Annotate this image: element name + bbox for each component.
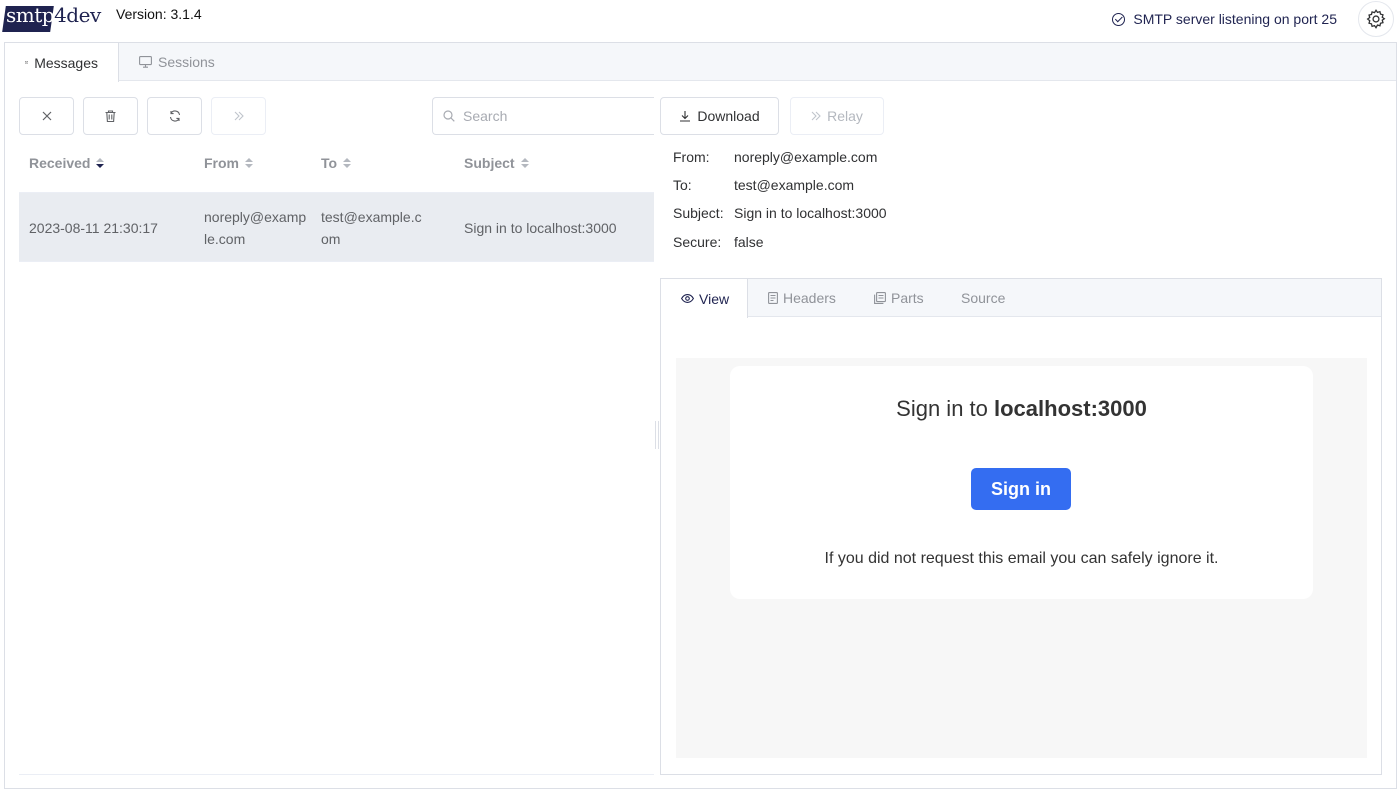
column-received-label: Received bbox=[29, 155, 91, 171]
delete-button[interactable] bbox=[83, 97, 138, 135]
double-chevron-right-icon bbox=[234, 111, 244, 121]
download-icon bbox=[680, 111, 691, 122]
server-status: SMTP server listening on port 25 bbox=[1112, 11, 1337, 27]
cell-to: test@example.c om bbox=[321, 209, 422, 247]
relay-label: Relay bbox=[827, 108, 863, 124]
main-tabs: Messages Sessions bbox=[5, 43, 1396, 82]
table-row[interactable]: 2023-08-11 21:30:17 noreply@examp le.com… bbox=[19, 193, 654, 262]
tab-view-label: View bbox=[699, 290, 730, 307]
sort-icon bbox=[520, 158, 529, 168]
cell-from: noreply@examp le.com bbox=[204, 209, 307, 247]
search-box bbox=[432, 97, 654, 135]
search-icon bbox=[443, 110, 455, 122]
from-label: From: bbox=[673, 149, 710, 165]
tab-headers-label: Headers bbox=[783, 290, 836, 306]
download-label: Download bbox=[697, 108, 760, 124]
tab-source-label: Source bbox=[961, 290, 1006, 306]
tab-source[interactable]: Source bbox=[961, 279, 1005, 317]
table-bottom-border bbox=[19, 774, 654, 775]
viewer-tabs: View Headers Parts Source bbox=[661, 279, 1381, 318]
version-label: Version: 3.1.4 bbox=[116, 6, 202, 22]
to-label: To: bbox=[673, 177, 692, 193]
tab-sessions-label: Sessions bbox=[158, 54, 215, 70]
column-subject[interactable]: Subject bbox=[464, 155, 529, 171]
clear-button[interactable] bbox=[19, 97, 74, 135]
messages-table-header: Received From To Subject bbox=[19, 141, 654, 193]
double-chevron-right-icon bbox=[811, 111, 821, 121]
email-title: Sign in to localhost:3000 bbox=[896, 396, 1147, 421]
refresh-icon bbox=[169, 110, 180, 122]
email-card: Sign in to localhost:3000 Sign in If you… bbox=[730, 366, 1313, 599]
check-circle-icon bbox=[1112, 12, 1126, 26]
search-input[interactable] bbox=[463, 108, 643, 124]
files-icon bbox=[874, 292, 886, 304]
settings-button[interactable] bbox=[1358, 1, 1394, 37]
sort-icon bbox=[245, 158, 253, 168]
server-status-text: SMTP server listening on port 25 bbox=[1133, 11, 1337, 27]
cell-subject: Sign in to localhost:3000 bbox=[464, 220, 617, 236]
refresh-button[interactable] bbox=[147, 97, 202, 135]
from-value: noreply@example.com bbox=[734, 149, 878, 165]
message-viewer: View Headers Parts Source Sign in to loc… bbox=[660, 278, 1382, 775]
column-subject-label: Subject bbox=[464, 155, 515, 171]
column-from-label: From bbox=[204, 155, 239, 171]
monitor-icon bbox=[139, 56, 152, 68]
tab-view[interactable]: View bbox=[661, 279, 748, 318]
sort-descending-icon bbox=[96, 158, 105, 168]
email-footer-text: If you did not request this email you ca… bbox=[824, 550, 1219, 567]
eye-icon bbox=[681, 294, 694, 303]
tab-parts[interactable]: Parts bbox=[874, 279, 924, 317]
pane-splitter-handle[interactable] bbox=[655, 421, 659, 449]
gear-icon bbox=[1366, 9, 1386, 29]
column-to[interactable]: To bbox=[321, 155, 352, 171]
download-button[interactable]: Download bbox=[660, 97, 779, 135]
email-preview: Sign in to localhost:3000 Sign in If you… bbox=[676, 358, 1367, 758]
to-value: test@example.com bbox=[734, 177, 855, 193]
tab-messages-label: Messages bbox=[34, 54, 98, 71]
secure-value: false bbox=[734, 234, 764, 250]
tab-sessions[interactable]: Sessions bbox=[119, 43, 235, 81]
main-panel: Messages Sessions Received From To bbox=[4, 42, 1397, 789]
tab-headers[interactable]: Headers bbox=[768, 279, 836, 317]
subject-value: Sign in to localhost:3000 bbox=[734, 205, 887, 221]
relay-selected-button[interactable] bbox=[211, 97, 266, 135]
top-bar: smtp4dev Version: 3.1.4 SMTP server list… bbox=[0, 0, 1400, 42]
cell-received: 2023-08-11 21:30:17 bbox=[29, 220, 158, 236]
tab-messages[interactable]: Messages bbox=[5, 43, 119, 82]
sort-icon bbox=[343, 158, 352, 168]
document-icon bbox=[768, 292, 778, 304]
column-from[interactable]: From bbox=[204, 155, 253, 171]
mail-icon bbox=[25, 61, 29, 64]
subject-label: Subject: bbox=[673, 205, 724, 221]
close-icon bbox=[42, 111, 51, 121]
column-received[interactable]: Received bbox=[29, 155, 105, 171]
trash-icon bbox=[105, 110, 116, 122]
secure-label: Secure: bbox=[673, 234, 722, 250]
app-logo: smtp4dev bbox=[2, 2, 101, 34]
column-to-label: To bbox=[321, 155, 338, 171]
relay-button[interactable]: Relay bbox=[790, 97, 884, 135]
tab-parts-label: Parts bbox=[891, 290, 924, 306]
email-sign-in-button[interactable]: Sign in bbox=[971, 468, 1071, 510]
